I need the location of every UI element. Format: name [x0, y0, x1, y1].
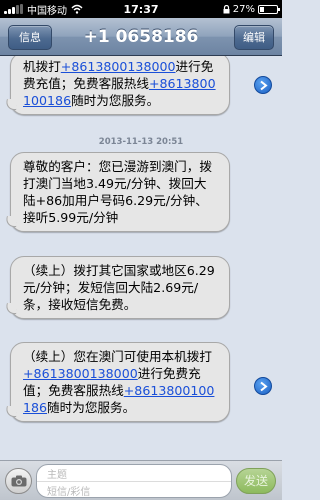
camera-button[interactable]: [5, 468, 32, 494]
compose-divider: [37, 481, 231, 482]
message-text: 机拨打: [23, 59, 61, 74]
message-list[interactable]: 机拨打+8613800138000进行免费充值；免费客服热线+861380010…: [0, 56, 282, 460]
conversation-title: +1 0658186: [83, 27, 199, 47]
back-button[interactable]: 信息: [8, 25, 52, 50]
message-text: （续上）您在澳门可使用本机拨打: [23, 349, 212, 364]
phone-link[interactable]: +8613800138000: [61, 59, 176, 74]
wifi-icon: [71, 4, 83, 14]
signal-icon: [4, 4, 23, 14]
message-bubble[interactable]: 尊敬的客户：您已漫游到澳门，拨打澳门当地3.49元/分钟、拨回大陆+86加用户号…: [10, 152, 230, 232]
battery-icon: [258, 4, 280, 14]
subject-input[interactable]: 主题: [47, 466, 67, 481]
message-bubble[interactable]: 机拨打+8613800138000进行免费充值；免费客服热线+861380010…: [10, 56, 230, 115]
compose-field[interactable]: 主题 短信/彩信: [36, 464, 232, 498]
message-text: 尊敬的客户：您已漫游到澳门，拨打澳门当地3.49元/分钟、拨回大陆+86加用户号…: [23, 159, 212, 225]
carrier-name: 中国移动: [27, 5, 67, 17]
forward-icon[interactable]: [254, 377, 272, 395]
message-text: 随时为您服务。: [71, 93, 160, 108]
compose-bar: 主题 短信/彩信 发送: [0, 460, 282, 500]
camera-icon: [11, 475, 27, 487]
status-bar: 中国移动 17:37 27%: [0, 0, 282, 18]
forward-icon[interactable]: [254, 76, 272, 94]
lock-icon: [223, 4, 230, 13]
message-timestamp: 2013-11-13 20:51: [98, 137, 184, 147]
nav-bar: 信息 +1 0658186 编辑: [0, 18, 282, 56]
phone-link[interactable]: +8613800138000: [23, 366, 138, 381]
message-bubble[interactable]: （续上）您在澳门可使用本机拨打+8613800138000进行免费充值；免费客服…: [10, 342, 230, 422]
battery-percent: 27%: [232, 3, 255, 15]
send-button[interactable]: 发送: [236, 468, 276, 494]
edit-button[interactable]: 编辑: [234, 25, 274, 50]
message-input[interactable]: 短信/彩信: [47, 483, 90, 498]
message-text: （续上）拨打其它国家或地区6.29元/分钟；发短信回大陆2.69元/条，接收短信…: [23, 263, 215, 312]
message-bubble[interactable]: （续上）拨打其它国家或地区6.29元/分钟；发短信回大陆2.69元/条，接收短信…: [10, 256, 230, 319]
message-text: 随时为您服务。: [47, 400, 136, 415]
